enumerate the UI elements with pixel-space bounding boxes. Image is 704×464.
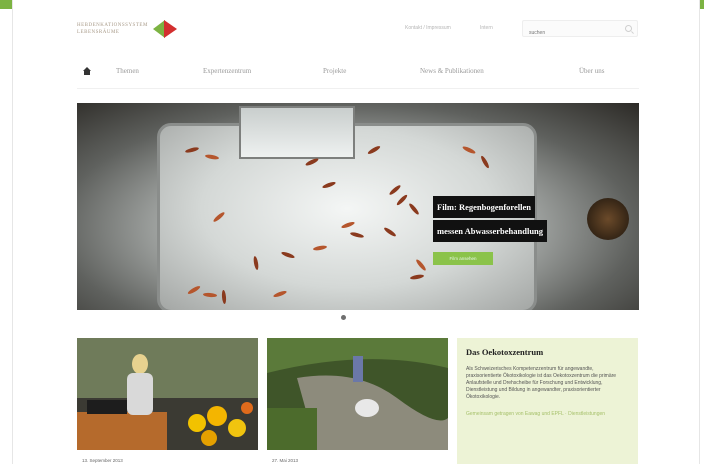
teaser-1-flower bbox=[241, 402, 253, 414]
red-triangle-icon bbox=[163, 20, 177, 38]
teaser-1-bg bbox=[77, 338, 258, 398]
teaser-1-art bbox=[77, 338, 258, 450]
teaser-2-person-2 bbox=[355, 399, 379, 417]
teaser-1-lectern bbox=[77, 412, 167, 450]
nav-divider bbox=[77, 88, 639, 89]
logo-text: HEBDENKATIONSSYSTEM LEBENSRÄUME bbox=[77, 22, 148, 36]
hero-caption-line-2: messen Abwasserbehandlung bbox=[433, 220, 548, 242]
teaser-1-flower bbox=[228, 419, 246, 437]
teaser-1-flower bbox=[188, 414, 206, 432]
intern-link[interactable]: Intern bbox=[480, 25, 493, 31]
contact-link[interactable]: Kontakt / Impressum bbox=[405, 25, 451, 31]
logo-line-2: LEBENSRÄUME bbox=[77, 30, 120, 35]
teaser-2-plants bbox=[267, 408, 317, 450]
teaser-1-date: 13. September 2013 bbox=[82, 458, 123, 463]
hero-lid bbox=[239, 106, 355, 159]
teaser-image-2[interactable] bbox=[267, 338, 448, 450]
search-icon[interactable] bbox=[625, 25, 632, 32]
teaser-2-art bbox=[267, 338, 448, 450]
nav-item-expertenzentrum[interactable]: Expertenzentrum bbox=[203, 67, 251, 75]
teaser-1-flower bbox=[201, 430, 217, 446]
logo-line-1: HEBDENKATIONSSYSTEM bbox=[77, 23, 148, 28]
search-input[interactable] bbox=[523, 25, 619, 41]
info-body: Als Schweizerisches Kompetenzzentrum für… bbox=[466, 366, 617, 400]
slider-dot[interactable] bbox=[341, 315, 346, 320]
teaser-image-1[interactable] bbox=[77, 338, 258, 450]
nav-item-projekte[interactable]: Projekte bbox=[323, 67, 346, 75]
teaser-1-speaker-body bbox=[127, 373, 153, 415]
nav-item-themen[interactable]: Themen bbox=[116, 67, 139, 75]
teaser-2-person bbox=[353, 356, 363, 382]
search-box bbox=[522, 20, 638, 41]
site-logo[interactable]: HEBDENKATIONSSYSTEM LEBENSRÄUME bbox=[77, 18, 181, 40]
hero-watch-button[interactable]: Film ansehen bbox=[433, 252, 493, 265]
info-box: Das Oekotoxzentrum Als Schweizerisches K… bbox=[457, 338, 638, 464]
main-nav: Themen Expertenzentrum Projekte News & P… bbox=[77, 62, 639, 82]
nav-item-news-publikationen[interactable]: News & Publikationen bbox=[420, 67, 484, 75]
hero-pipe bbox=[587, 198, 629, 240]
home-icon[interactable] bbox=[83, 67, 91, 75]
teaser-2-date: 27. Mai 2013 bbox=[272, 458, 299, 463]
teaser-1-monitor bbox=[87, 400, 127, 414]
nav-item-ueber-uns[interactable]: Über uns bbox=[579, 67, 604, 75]
teaser-1-speaker-head bbox=[132, 354, 148, 374]
hero-caption-line-1: Film: Regenbogenforellen bbox=[433, 196, 536, 218]
info-title: Das Oekotoxzentrum bbox=[466, 347, 544, 357]
logo-mark-icon bbox=[151, 18, 181, 40]
info-link[interactable]: Gemeinsam getragen von Eawag und EPFL · … bbox=[466, 411, 629, 418]
teaser-1-flower bbox=[207, 406, 227, 426]
hero-caption: Film: Regenbogenforellen messen Abwasser… bbox=[433, 196, 577, 244]
